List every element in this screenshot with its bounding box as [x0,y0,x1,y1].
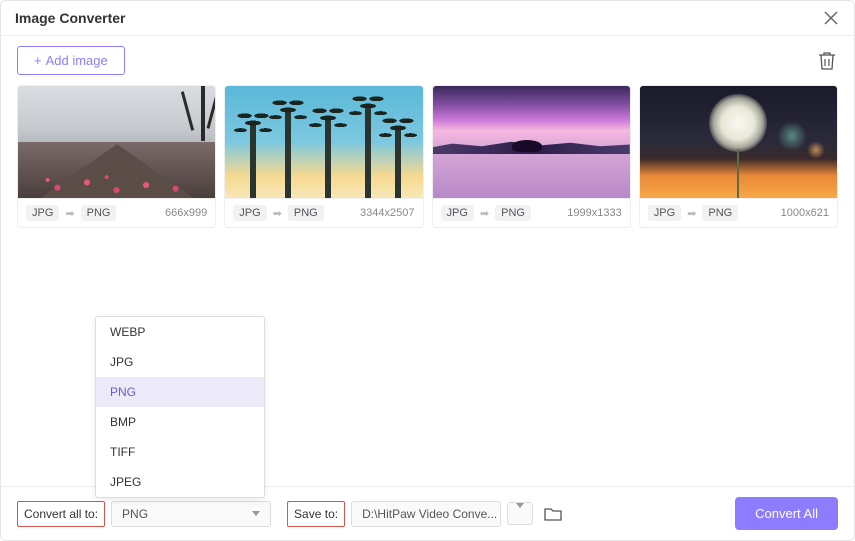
card-footer: JPG ➡ PNG 666x999 [18,198,215,227]
source-format-badge: JPG [648,205,681,221]
source-format-badge: JPG [441,205,474,221]
card-footer: JPG ➡ PNG 1000x621 [640,198,837,227]
browse-folder-button[interactable] [539,503,567,525]
save-to-dropdown-button[interactable] [507,502,533,525]
add-image-button[interactable]: + Add image [17,46,125,75]
image-card[interactable]: JPG ➡ PNG 666x999 [17,85,216,228]
image-converter-window: Image Converter + Add image JPG ➡ PNG 66… [0,0,855,541]
add-image-label: Add image [46,53,108,68]
source-format-badge: JPG [233,205,266,221]
dimensions-label: 1999x1333 [567,207,621,219]
target-format-badge[interactable]: PNG [495,205,531,221]
chevron-down-icon [252,511,260,516]
card-footer: JPG ➡ PNG 3344x2507 [225,198,422,227]
bottom-bar: WEBP JPG PNG BMP TIFF JPEG Convert all t… [1,486,854,540]
convert-all-button[interactable]: Convert All [735,497,838,530]
source-format-badge: JPG [26,205,59,221]
arrow-right-icon: ➡ [480,207,489,220]
format-option-webp[interactable]: WEBP [96,317,264,347]
dimensions-label: 1000x621 [781,207,829,219]
image-card[interactable]: JPG ➡ PNG 1000x621 [639,85,838,228]
convert-format-select[interactable]: PNG [111,501,271,527]
target-format-badge[interactable]: PNG [288,205,324,221]
format-option-tiff[interactable]: TIFF [96,437,264,467]
close-icon [824,11,838,25]
thumbnail [640,86,837,198]
delete-all-button[interactable] [816,50,838,72]
image-card[interactable]: JPG ➡ PNG 3344x2507 [224,85,423,228]
save-to-label: Save to: [287,501,345,527]
save-to-path-value: D:\HitPaw Video Conve... [362,507,497,521]
image-grid: JPG ➡ PNG 666x999 JPG ➡ PNG 3344x2507 JP… [1,85,854,228]
trash-icon [818,51,836,71]
convert-format-value: PNG [122,507,148,521]
format-option-bmp[interactable]: BMP [96,407,264,437]
format-option-jpeg[interactable]: JPEG [96,467,264,497]
folder-icon [544,506,562,522]
arrow-right-icon: ➡ [65,207,74,220]
arrow-right-icon: ➡ [687,207,696,220]
thumbnail [18,86,215,198]
window-title: Image Converter [15,10,125,26]
plus-icon: + [34,53,42,68]
toolbar: + Add image [1,36,854,85]
close-button[interactable] [822,9,840,27]
format-dropdown-popup: WEBP JPG PNG BMP TIFF JPEG [95,316,265,498]
dimensions-label: 3344x2507 [360,207,414,219]
arrow-right-icon: ➡ [273,207,282,220]
chevron-down-icon [516,503,524,519]
target-format-badge[interactable]: PNG [702,205,738,221]
card-footer: JPG ➡ PNG 1999x1333 [433,198,630,227]
title-bar: Image Converter [1,1,854,36]
thumbnail [433,86,630,198]
image-card[interactable]: JPG ➡ PNG 1999x1333 [432,85,631,228]
format-option-png[interactable]: PNG [96,377,264,407]
thumbnail [225,86,422,198]
format-option-jpg[interactable]: JPG [96,347,264,377]
dimensions-label: 666x999 [165,207,207,219]
save-to-path-field[interactable]: D:\HitPaw Video Conve... [351,501,501,527]
target-format-badge[interactable]: PNG [81,205,117,221]
convert-all-to-label: Convert all to: [17,501,105,527]
